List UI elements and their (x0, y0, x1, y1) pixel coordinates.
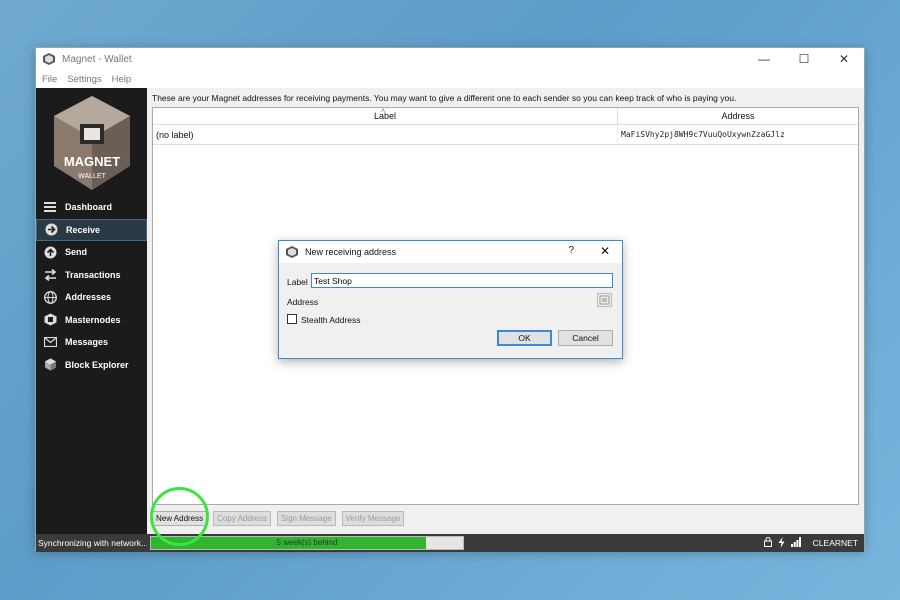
dialog-title-bar: New receiving address ? ✕ (279, 241, 622, 263)
envelope-icon (43, 335, 57, 349)
cancel-button[interactable]: Cancel (558, 330, 613, 346)
menu-settings[interactable]: Settings (67, 74, 101, 85)
new-address-dialog: New receiving address ? ✕ Label Address … (278, 240, 623, 359)
table-header: ˄ Label Address (153, 108, 858, 125)
magnet-icon (43, 313, 57, 327)
sidebar-item-transactions[interactable]: Transactions (36, 264, 147, 287)
sidebar-item-label: Masternodes (65, 314, 121, 325)
arrows-icon (43, 268, 57, 282)
sort-ascending-icon: ˄ (381, 108, 386, 115)
cube-icon (43, 358, 57, 372)
maximize-button[interactable]: ☐ (784, 48, 824, 70)
sidebar-item-messages[interactable]: Messages (36, 331, 147, 354)
sidebar-item-receive[interactable]: Receive (36, 218, 147, 241)
menu-help[interactable]: Help (112, 74, 132, 85)
help-button[interactable]: ? (568, 245, 574, 256)
copy-address-icon-button[interactable] (597, 293, 612, 307)
sidebar-item-send[interactable]: Send (36, 241, 147, 264)
arrow-in-icon (44, 223, 58, 237)
verify-message-button[interactable]: Verify Message (341, 511, 405, 526)
close-window-button[interactable]: ✕ (824, 48, 864, 70)
sidebar-item-block-explorer[interactable]: Block Explorer (36, 354, 147, 377)
stealth-address-label: Stealth Address (301, 315, 361, 325)
column-header-address[interactable]: Address (618, 108, 858, 124)
sidebar-nav: Dashboard Receive Send Transactions Addr… (36, 196, 147, 376)
sidebar-item-masternodes[interactable]: Masternodes (36, 309, 147, 332)
window-controls: — ☐ ✕ (744, 48, 864, 70)
title-bar: Magnet - Wallet — ☐ ✕ (36, 48, 864, 70)
magnet-app-icon (286, 246, 298, 258)
address-caption: Address (287, 297, 319, 307)
globe-icon (43, 290, 57, 304)
svg-text:WALLET: WALLET (78, 173, 106, 180)
sidebar-item-label: Dashboard (65, 202, 113, 213)
dialog-title: New receiving address (305, 247, 397, 257)
sidebar-item-label: Addresses (65, 292, 112, 303)
menu-bar: File Settings Help (36, 70, 864, 88)
arrow-up-icon (43, 245, 57, 259)
column-header-label[interactable]: ˄ Label (153, 108, 618, 124)
copy-address-button[interactable]: Copy Address (213, 511, 271, 526)
network-mode-label: CLEARNET (812, 538, 858, 548)
row-address-cell: MaFiSVhy2pj8WH9c7VuuQoUxywnZzaGJlz (621, 130, 785, 139)
sync-status-text: Synchronizing with network... (38, 538, 147, 548)
magnet-wallet-logo: MAGNET WALLET (54, 96, 130, 190)
copy-icon (599, 295, 610, 305)
ok-button[interactable]: OK (497, 330, 552, 346)
lock-icon[interactable] (763, 537, 772, 549)
close-dialog-button[interactable]: ✕ (600, 244, 610, 258)
receive-intro-text: These are your Magnet addresses for rece… (152, 93, 737, 103)
table-row[interactable]: (no label) MaFiSVhy2pj8WH9c7VuuQoUxywnZz… (153, 125, 858, 145)
sidebar-item-label: Transactions (65, 269, 121, 280)
sidebar: MAGNET WALLET Dashboard Receive Send Tra… (36, 88, 147, 534)
sidebar-item-label: Receive (66, 224, 101, 235)
sign-message-button[interactable]: Sign Message (276, 511, 336, 526)
menu-file[interactable]: File (42, 74, 57, 85)
window-title: Magnet - Wallet (62, 53, 132, 65)
svg-text:MAGNET: MAGNET (64, 154, 120, 169)
row-label-cell: (no label) (153, 125, 618, 144)
sidebar-item-label: Messages (65, 337, 109, 348)
staking-bolt-icon[interactable] (778, 536, 785, 550)
menu-icon (43, 200, 57, 214)
connections-signal-icon[interactable] (790, 537, 801, 549)
stealth-address-checkbox[interactable] (287, 314, 297, 324)
sidebar-item-dashboard[interactable]: Dashboard (36, 196, 147, 219)
label-caption: Label (287, 277, 308, 287)
sidebar-item-label: Send (65, 247, 88, 258)
minimize-button[interactable]: — (744, 48, 784, 70)
label-input[interactable] (311, 273, 613, 288)
status-indicators: CLEARNET (763, 534, 858, 552)
sidebar-item-addresses[interactable]: Addresses (36, 286, 147, 309)
sidebar-item-label: Block Explorer (65, 359, 129, 370)
highlight-annotation-circle (150, 487, 209, 546)
magnet-app-icon (43, 53, 55, 65)
